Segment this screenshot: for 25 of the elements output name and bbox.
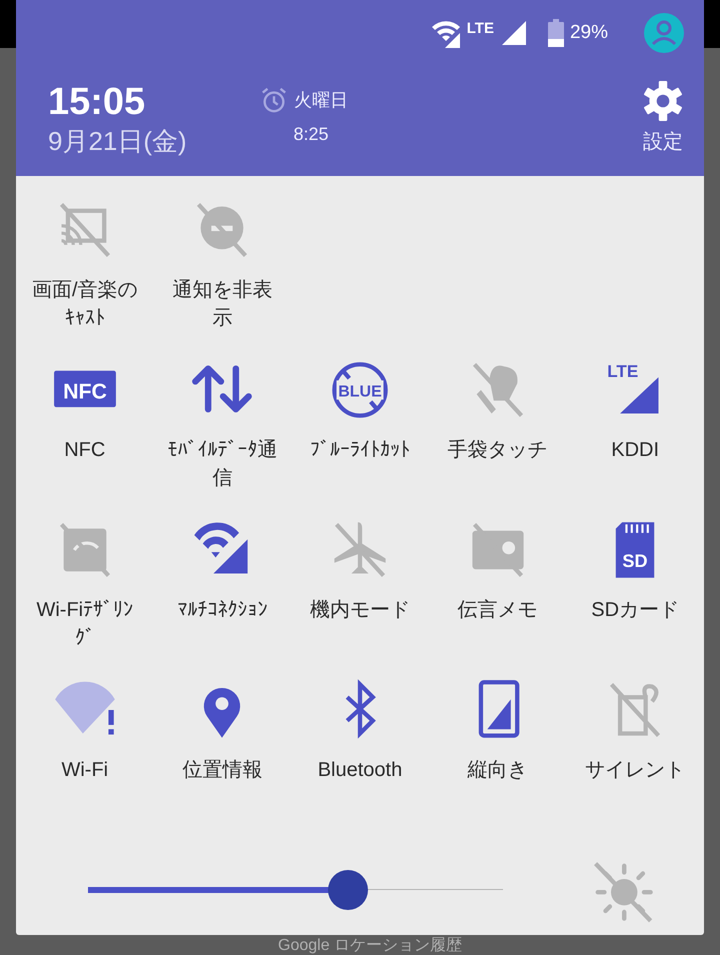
battery-percentage: 29% <box>570 22 608 44</box>
quick-setting-tile[interactable]: 機内モード <box>291 518 429 678</box>
quick-setting-tile[interactable]: LTE KDDI <box>566 358 704 518</box>
quick-setting-tile[interactable]: NFC NFC <box>16 358 154 518</box>
quick-setting-tile[interactable]: ﾏﾙﾁｺﾈｸｼｮﾝ <box>154 518 292 678</box>
quick-setting-tile[interactable]: Wi-Fi <box>16 678 154 838</box>
quick-setting-tile[interactable]: 位置情報 <box>154 678 292 838</box>
quick-setting-tile[interactable]: 手袋タッチ <box>428 358 566 518</box>
quick-setting-tile[interactable]: BLUE ﾌﾞﾙｰﾗｲﾄｶｯﾄ <box>291 358 429 518</box>
quick-setting-tile[interactable]: Wi-Fiﾃｻﾞﾘﾝｸﾞ <box>16 518 154 678</box>
quick-setting-tile[interactable]: SD SDカード <box>566 518 704 678</box>
clock-date: 9月21日(金) <box>48 125 188 158</box>
quick-setting-tile[interactable]: 伝言メモ <box>428 518 566 678</box>
quick-setting-tile[interactable]: 縦向き <box>428 678 566 838</box>
alarm-time: 8:25 <box>293 124 329 145</box>
settings-button[interactable]: 設定 <box>642 80 684 155</box>
alarm-day: 火曜日 <box>294 88 348 112</box>
quick-setting-tile[interactable]: ﾓﾊﾞｲﾙﾃﾞｰﾀ通信 <box>154 358 292 518</box>
quick-setting-tile[interactable]: サイレント <box>566 678 704 838</box>
quick-setting-tile[interactable]: 画面/音楽のｷｬｽﾄ <box>16 198 154 358</box>
network-type-label: LTE <box>466 20 494 36</box>
clock-time: 15:05 <box>48 80 146 124</box>
quick-setting-tile[interactable]: Bluetooth <box>291 678 429 838</box>
quick-setting-tile[interactable]: 通知を非表示 <box>154 198 292 358</box>
background-list-item: Google ロケーション履歴 <box>278 937 462 955</box>
